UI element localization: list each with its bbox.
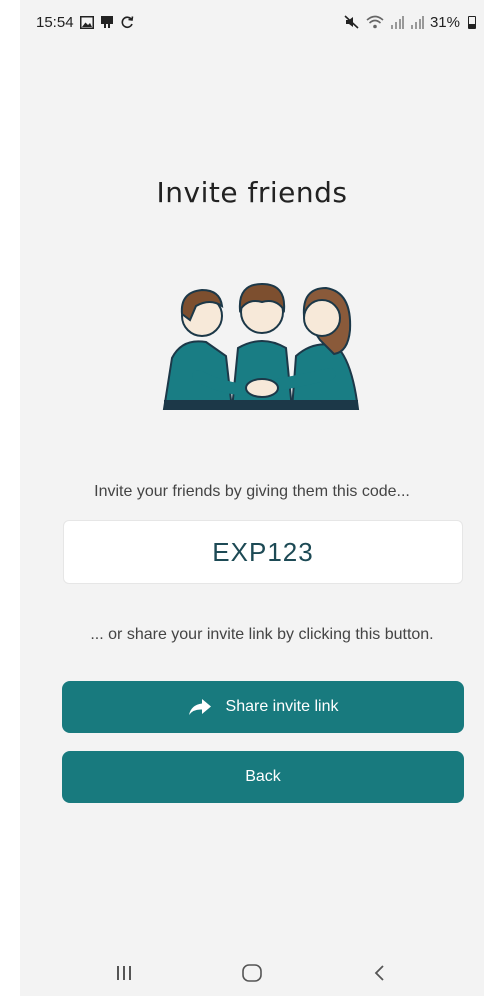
- invite-code-box[interactable]: EXP123: [63, 520, 463, 584]
- signal-icon: [410, 15, 424, 29]
- app-screen: 15:54 31% Invite friends Invite your fri…: [20, 0, 484, 996]
- back-icon: [374, 965, 384, 981]
- mute-icon: [344, 15, 360, 29]
- friends-illustration: [154, 276, 370, 412]
- recent-apps-icon: [117, 966, 131, 980]
- status-time: 15:54: [36, 13, 74, 31]
- home-icon: [242, 964, 262, 982]
- share-invite-link-button[interactable]: Share invite link: [62, 681, 464, 733]
- wifi-icon: [366, 15, 384, 29]
- status-bar: 15:54 31%: [20, 0, 484, 44]
- home-button[interactable]: [222, 953, 282, 993]
- back-button-label: Back: [245, 768, 281, 785]
- share-button-label: Share invite link: [225, 698, 339, 715]
- back-button[interactable]: Back: [62, 751, 464, 803]
- gallery-icon: [79, 15, 94, 29]
- battery-percent: 31%: [429, 13, 460, 31]
- share-arrow-icon: [188, 698, 212, 716]
- sync-icon: [120, 15, 134, 29]
- status-bar-right: 31%: [344, 14, 476, 31]
- cast-icon: [100, 15, 114, 29]
- invite-code: EXP123: [212, 536, 314, 567]
- invite-prompt: Invite your friends by giving them this …: [94, 483, 410, 500]
- share-instructions: ... or share your invite link by clickin…: [90, 626, 434, 643]
- recent-apps-button[interactable]: [94, 953, 154, 993]
- status-bar-left: 15:54: [36, 14, 134, 31]
- battery-icon: [468, 15, 476, 29]
- signal-icon: [390, 15, 404, 29]
- page-title: Invite friends: [156, 176, 348, 209]
- nav-back-button[interactable]: [350, 953, 410, 993]
- system-nav-bar: [20, 950, 484, 996]
